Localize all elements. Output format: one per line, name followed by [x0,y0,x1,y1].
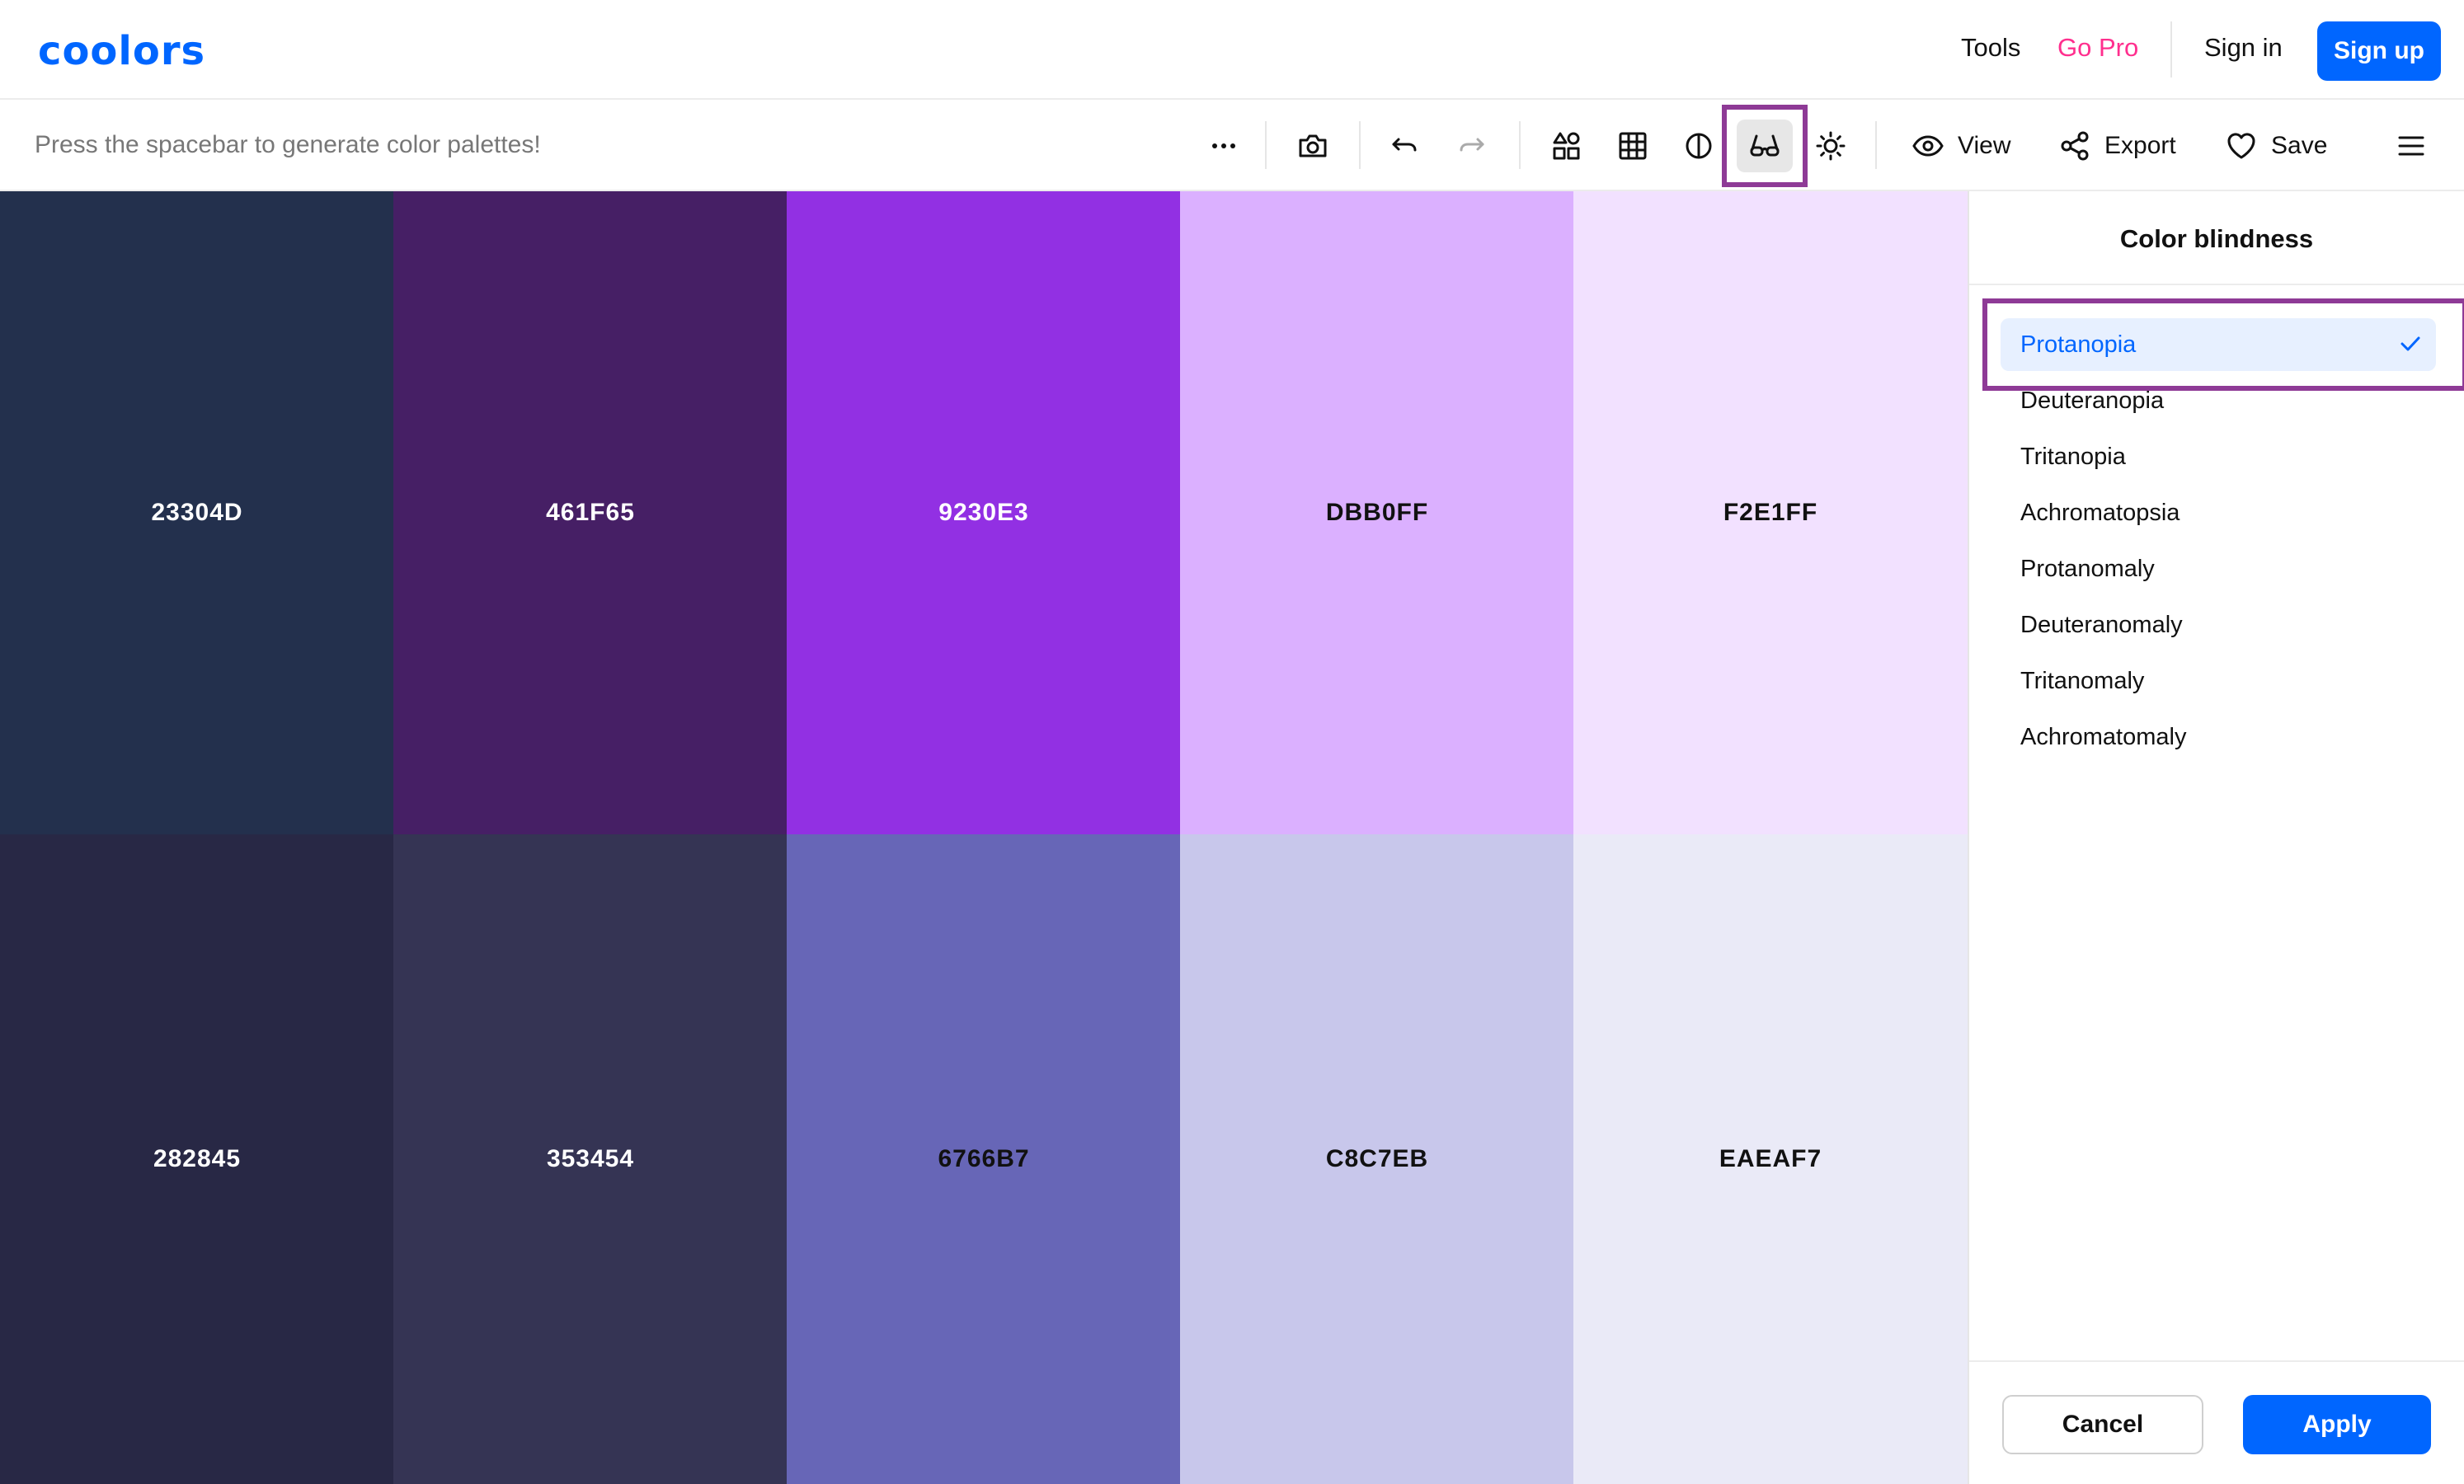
contrast-icon[interactable] [1676,123,1722,169]
view-button[interactable]: View [1911,124,2010,167]
undo-icon[interactable] [1382,123,1428,169]
view-label: View [1958,132,2011,159]
option-tritanomaly[interactable]: Tritanomaly [2020,668,2144,695]
hex-label[interactable]: 461F65 [546,499,635,527]
option-tritanopia[interactable]: Tritanopia [2020,444,2126,471]
hex-label[interactable]: 6766B7 [938,1145,1029,1173]
simulated-swatch[interactable]: 282845 [0,834,394,1484]
simulated-swatch[interactable]: 6766B7 [787,834,1181,1484]
export-button[interactable]: Export [2058,124,2176,167]
export-label: Export [2104,132,2176,159]
toolbar-divider [1519,121,1521,169]
hamburger-menu-icon[interactable] [2388,123,2434,169]
cancel-button[interactable]: Cancel [2002,1395,2203,1454]
selection-highlight [1982,298,2464,391]
eye-icon [1912,135,1944,157]
toolbar-divider [1265,121,1267,169]
original-swatch[interactable]: F2E1FF [1573,191,1968,834]
palette-toolbar: Press the spacebar to generate color pal… [0,101,2464,191]
more-icon[interactable] [1201,123,1247,169]
hex-label[interactable]: 282845 [153,1145,241,1173]
palette-swatches: 23304D 461F65 9230E3 DBB0FF F2E1FF 28284… [0,191,1968,1484]
sign-up-button[interactable]: Sign up [2317,21,2441,81]
original-swatch[interactable]: DBB0FF [1180,191,1574,834]
hex-label[interactable]: EAEAF7 [1719,1145,1822,1173]
hex-label[interactable]: 353454 [547,1145,634,1173]
share-icon [2061,131,2089,161]
top-header: coolors Tools Go Pro Sign in Sign up [0,0,2464,100]
color-blindness-panel: Color blindness Protanopia Deuteranopia … [1968,191,2464,1484]
panel-divider [1969,284,2464,285]
original-swatch[interactable]: 461F65 [393,191,788,834]
hex-label[interactable]: C8C7EB [1326,1145,1428,1173]
original-swatch[interactable]: 23304D [0,191,394,834]
brightness-icon[interactable] [1808,123,1854,169]
grid-icon[interactable] [1610,123,1656,169]
toolbar-divider [1875,121,1877,169]
simulated-swatch[interactable]: EAEAF7 [1573,834,1968,1484]
shapes-icon[interactable] [1544,123,1590,169]
nav-divider [2170,21,2172,77]
option-deuteranopia[interactable]: Deuteranopia [2020,387,2164,415]
option-protanomaly[interactable]: Protanomaly [2020,556,2155,583]
camera-icon[interactable] [1290,123,1336,169]
panel-title: Color blindness [2119,224,2314,253]
original-swatch[interactable]: 9230E3 [787,191,1181,834]
save-label: Save [2271,132,2328,159]
hex-label[interactable]: F2E1FF [1723,499,1817,527]
apply-button[interactable]: Apply [2243,1395,2431,1454]
redo-icon[interactable] [1448,123,1494,169]
active-tool-highlight [1722,105,1808,187]
save-button[interactable]: Save [2225,124,2327,167]
nav-go-pro-link[interactable]: Go Pro [2057,33,2138,63]
spacebar-hint: Press the spacebar to generate color pal… [35,131,541,158]
hex-label[interactable]: DBB0FF [1326,499,1428,527]
toolbar-divider [1359,121,1361,169]
heart-icon [2227,133,2255,159]
option-achromatomaly[interactable]: Achromatomaly [2020,724,2186,751]
simulated-swatch[interactable]: 353454 [393,834,788,1484]
panel-footer-divider [1969,1360,2464,1362]
option-achromatopsia[interactable]: Achromatopsia [2020,500,2180,527]
coolors-logo[interactable]: coolors [38,28,205,74]
nav-tools-link[interactable]: Tools [1961,33,2020,63]
hex-label[interactable]: 23304D [151,499,242,527]
option-deuteranomaly[interactable]: Deuteranomaly [2020,612,2183,639]
simulated-swatch[interactable]: C8C7EB [1180,834,1574,1484]
hex-label[interactable]: 9230E3 [938,499,1028,527]
sign-in-link[interactable]: Sign in [2204,33,2283,63]
